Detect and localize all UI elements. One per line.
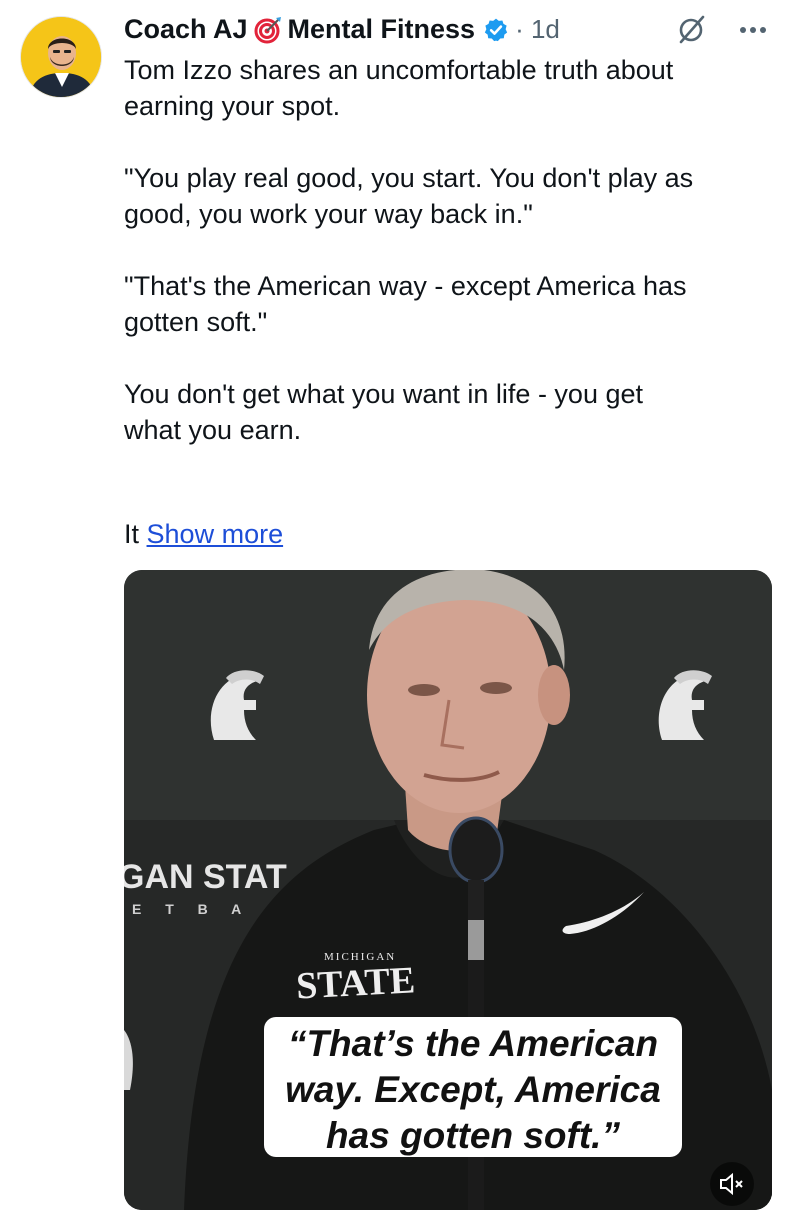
grok-icon[interactable]: [677, 14, 707, 44]
caption-line: way. Except, America: [285, 1069, 661, 1110]
video-caption: “That’s the American way. Except, Americ…: [264, 1017, 682, 1157]
microphone: [448, 816, 504, 884]
more-options-icon[interactable]: [735, 14, 771, 44]
post-timestamp[interactable]: · 1d: [515, 14, 560, 45]
avatar-portrait-icon: [21, 17, 101, 97]
show-more-link[interactable]: Show more: [147, 519, 284, 549]
shirt-logo-main: STATE: [295, 959, 416, 1007]
verified-badge-icon: [484, 18, 508, 41]
truncated-text-line: It Show more: [124, 516, 283, 552]
muted-speaker-icon: [720, 1172, 743, 1196]
author-name[interactable]: Coach AJ: [124, 14, 248, 45]
mute-toggle-button[interactable]: [710, 1162, 754, 1206]
target-emoji-icon: [254, 16, 281, 43]
backdrop-sign-subtext: E T B A: [132, 901, 251, 917]
author-display-name[interactable]: Coach AJ Mental Fitness · 1d: [124, 14, 560, 45]
author-name-suffix[interactable]: Mental Fitness: [288, 14, 476, 45]
post-header: Coach AJ Mental Fitness · 1d: [124, 8, 775, 52]
backdrop-sign-text: GAN STAT: [124, 858, 287, 896]
caption-line: has gotten soft.”: [326, 1115, 620, 1156]
post-video[interactable]: GAN STAT E T B A MICHIGAN STATE “That’s …: [124, 570, 772, 1210]
post-text: Tom Izzo shares an uncomfortable truth a…: [124, 55, 694, 445]
author-avatar[interactable]: [20, 16, 102, 98]
caption-line: “That’s the American: [287, 1023, 659, 1064]
truncated-text: It: [124, 519, 140, 549]
